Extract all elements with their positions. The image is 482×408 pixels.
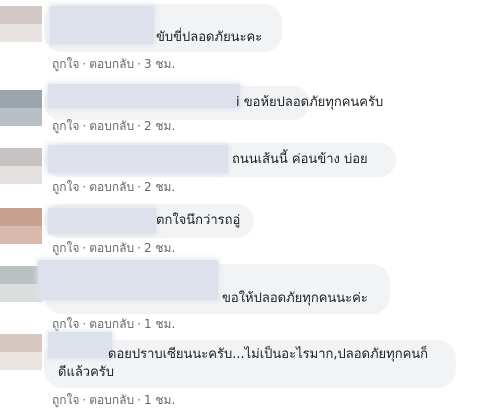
avatar[interactable] [0, 148, 42, 184]
comment-bubble: i ขอห้ยปลอดภัยทุกคนครับ [44, 84, 383, 120]
redacted-author-name [38, 260, 218, 300]
comment-actions: ถูกใจ · ตอบกลับ · 2 ชม. [52, 179, 175, 195]
like-link[interactable]: ถูกใจ [52, 57, 79, 71]
comment-bubble: ตกใจนึกว่ารถอู่ [44, 204, 254, 238]
avatar[interactable] [0, 334, 42, 370]
like-link[interactable]: ถูกใจ [52, 180, 79, 194]
separator: · [82, 241, 87, 255]
separator: · [82, 317, 87, 331]
avatar[interactable] [0, 90, 42, 126]
reply-link[interactable]: ตอบกลับ [89, 180, 134, 194]
comment-actions: ถูกใจ · ตอบกลับ · 2 ชม. [52, 240, 175, 256]
separator: · [82, 393, 87, 407]
avatar[interactable] [0, 266, 42, 302]
comment-text: ขอให้ปลอดภัยทุกคนนะค่ะ [222, 291, 368, 306]
reply-link[interactable]: ตอบกลับ [89, 119, 134, 133]
comment-bubble: ดอยปราบเซียนนะครับ...ไม่เป็นอะไรมาก,ปลอด… [44, 332, 456, 388]
comment-text: ถนนเส้นนี้ ค่อนข้าง บ่อย [232, 152, 368, 167]
comment-actions: ถูกใจ · ตอบกลับ · 1 ชม. [52, 392, 175, 408]
comment-timestamp[interactable]: 1 ชม. [144, 393, 175, 407]
comment-bubble: ขับขี่ปลอดภัยนะคะ [44, 4, 282, 52]
avatar[interactable] [0, 208, 42, 244]
comment-actions: ถูกใจ · ตอบกลับ · 3 ชม. [52, 56, 175, 72]
reply-link[interactable]: ตอบกลับ [89, 317, 134, 331]
like-link[interactable]: ถูกใจ [52, 241, 79, 255]
comment-text: i ขอห้ยปลอดภัยทุกคนครับ [236, 95, 384, 110]
redacted-author-name [48, 145, 228, 173]
avatar[interactable] [0, 6, 42, 42]
redacted-author-name [48, 208, 156, 234]
separator: · [137, 241, 141, 255]
separator: · [137, 393, 141, 407]
comment-timestamp[interactable]: 3 ชม. [144, 57, 175, 71]
comment-timestamp[interactable]: 1 ชม. [144, 317, 175, 331]
comment-bubble: ถนนเส้นนี้ ค่อนข้าง บ่อย [44, 143, 396, 177]
reply-link[interactable]: ตอบกลับ [89, 241, 134, 255]
separator: · [82, 119, 87, 133]
separator: · [82, 180, 87, 194]
comment-actions: ถูกใจ · ตอบกลับ · 2 ชม. [52, 118, 175, 134]
separator: · [137, 180, 141, 194]
redacted-author-name [48, 84, 240, 108]
like-link[interactable]: ถูกใจ [52, 393, 79, 407]
comment-bubble: ขอให้ปลอดภัยทุกคนนะค่ะ [38, 260, 390, 314]
redacted-author-name [50, 6, 154, 44]
comment-text: ขับขี่ปลอดภัยนะคะ [156, 30, 263, 45]
separator: · [82, 57, 87, 71]
separator: · [137, 317, 141, 331]
comment-timestamp[interactable]: 2 ชม. [144, 119, 175, 133]
comment-text: ดอยปราบเซียนนะครับ...ไม่เป็นอะไรมาก,ปลอด… [58, 347, 429, 380]
comment-actions: ถูกใจ · ตอบกลับ · 1 ชม. [52, 316, 175, 332]
comment-timestamp[interactable]: 2 ชม. [144, 241, 175, 255]
separator: · [137, 119, 141, 133]
separator: · [137, 57, 141, 71]
comment-timestamp[interactable]: 2 ชม. [144, 180, 175, 194]
like-link[interactable]: ถูกใจ [52, 317, 79, 331]
comment-text: ตกใจนึกว่ารถอู่ [156, 213, 241, 228]
reply-link[interactable]: ตอบกลับ [89, 393, 134, 407]
like-link[interactable]: ถูกใจ [52, 119, 79, 133]
reply-link[interactable]: ตอบกลับ [89, 57, 134, 71]
